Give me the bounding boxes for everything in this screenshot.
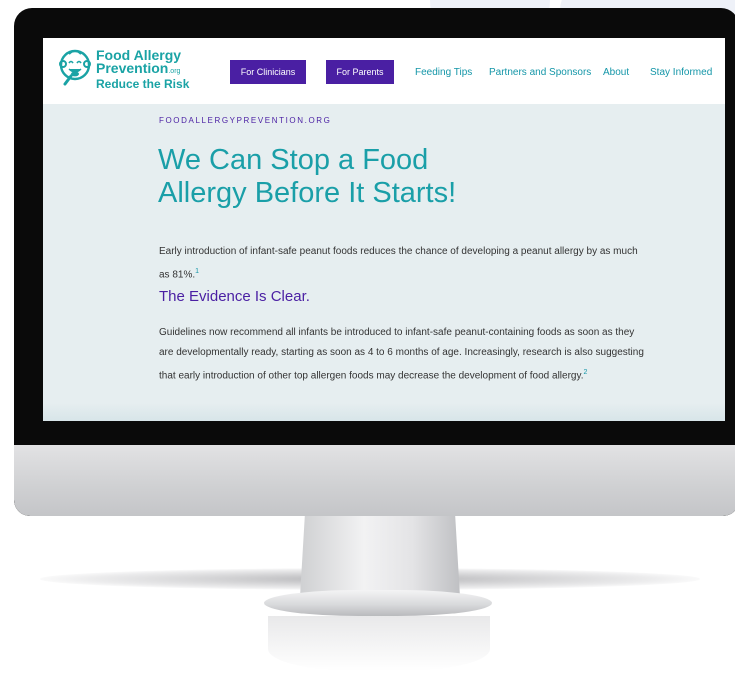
stand-reflection [268, 616, 490, 671]
nav-link-feeding-tips[interactable]: Feeding Tips [415, 67, 472, 78]
footnote-link-2[interactable]: 2 [584, 369, 588, 376]
nav-link-partners-and-sponsors[interactable]: Partners and Sponsors [489, 67, 591, 78]
logo-domain-suffix: .org [168, 68, 181, 75]
monitor: Food Allergy Prevention.org Reduce the R… [14, 8, 735, 516]
eyebrow-text: FOODALLERGYPREVENTION.ORG [159, 116, 332, 125]
hero-section: FOODALLERGYPREVENTION.ORG We Can Stop a … [43, 104, 725, 421]
for-clinicians-button[interactable]: For Clinicians [230, 60, 306, 84]
footnote-link-1[interactable]: 1 [195, 268, 199, 275]
for-parents-button[interactable]: For Parents [326, 60, 394, 84]
intro-paragraph: Early introduction of infant-safe peanut… [159, 246, 638, 281]
headline-line-2: Allergy Before It Starts! [158, 177, 457, 209]
scroll-fade [43, 403, 725, 421]
monitor-stand-base [264, 590, 492, 616]
site-logo[interactable]: Food Allergy Prevention.org Reduce the R… [57, 46, 207, 98]
logo-line-2: Prevention.org [96, 60, 181, 76]
headline-line-1: We Can Stop a Food [158, 144, 429, 176]
site-header: Food Allergy Prevention.org Reduce the R… [43, 38, 725, 104]
screen: Food Allergy Prevention.org Reduce the R… [43, 38, 725, 421]
evidence-paragraph: Guidelines now recommend all infants be … [159, 327, 644, 382]
baby-face-icon [59, 49, 91, 86]
monitor-chin [14, 445, 735, 516]
nav-link-about[interactable]: About [603, 67, 629, 78]
logo-tagline: Reduce the Risk [96, 77, 190, 91]
logo-wordmark: Food Allergy Prevention.org Reduce the R… [96, 48, 190, 91]
section-subhead: The Evidence Is Clear. [159, 288, 310, 305]
nav-link-stay-informed[interactable]: Stay Informed [650, 67, 712, 78]
page-headline: We Can Stop a Food Allergy Before It Sta… [158, 144, 598, 210]
